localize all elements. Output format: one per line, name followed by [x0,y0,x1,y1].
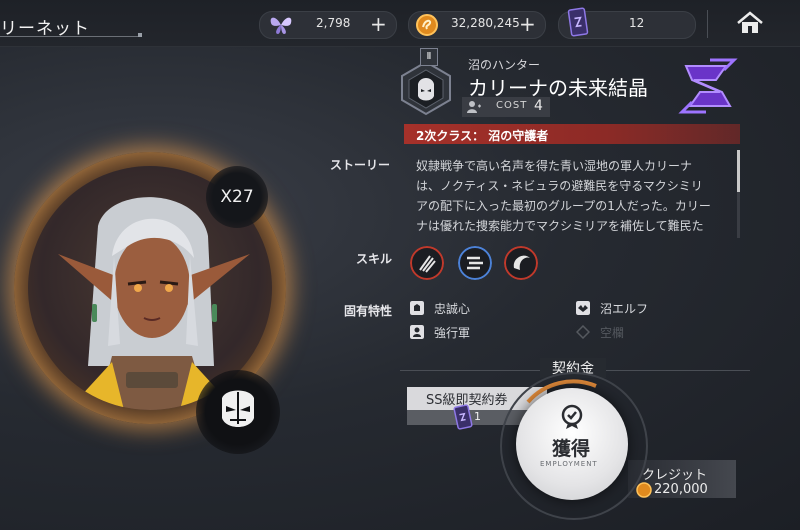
breadcrumb-underline [0,36,140,37]
story-line: ナは優れた捜索能力でマクシミリアを補佐して難民た [416,219,704,233]
story-text[interactable]: 奴隷戦争で高い名声を得た青い湿地の軍人カリーナ は、ノクティス・ネビュラの避難民… [416,156,728,236]
ticket-card-icon [453,404,473,430]
character-subtitle: 沼のハンター [468,58,541,72]
acquire-label: 獲得 [552,438,591,460]
butterfly-icon [270,17,292,34]
cost-label: COST [496,100,528,111]
user-cost-icon [467,101,481,113]
credit-label: クレジット [642,468,708,483]
ticket-count: 1 [474,410,481,423]
shield-skill-icon[interactable] [504,246,538,280]
speed-skill-icon[interactable] [458,246,492,280]
class-rank-icon [401,60,451,116]
trait-label: 忠誠心 [434,302,471,316]
coin-icon [636,482,652,498]
currency-card: 12 [558,7,696,39]
claw-skill-icon[interactable] [410,246,444,280]
add-coin-button[interactable]: + [519,12,536,36]
class-rank-label: Ⅱ [420,48,438,66]
story-scrollbar-thumb[interactable] [737,150,740,192]
duplicate-count-badge: X27 [206,166,268,228]
story-label: ストーリー [330,158,391,172]
coin-count: 32,280,245 [451,16,520,30]
home-icon[interactable] [736,11,764,35]
add-butterfly-button[interactable]: + [370,12,387,36]
story-line: 奴隷戦争で高い名声を得た青い湿地の軍人カリーナ [416,159,693,173]
empty-slot-icon [576,325,590,339]
trait-label: 強行軍 [434,326,471,340]
story-line: アの配下に入った最初のグループの1人だった。カリー [416,199,711,213]
cost-value: 4 [534,98,543,114]
coin-icon [416,14,438,36]
faction-emblem-icon [678,58,738,114]
traits-label: 固有特性 [344,304,393,318]
secondary-class-label: 2次クラス： 沼の守護者 [416,129,549,143]
loyalty-icon [410,301,424,315]
class-emblem-badge [196,370,280,454]
mask-icon [222,390,254,427]
divider [707,10,708,38]
skills-label: スキル [356,252,393,266]
swamp-elf-icon [576,301,590,315]
trait-label-inactive: 空欄 [600,326,625,340]
march-icon [410,325,424,339]
credit-value: 220,000 [654,482,708,497]
butterfly-count: 2,798 [316,16,351,30]
top-bar: リーネット 2,798 + 32,280,245 + 12 [0,0,800,47]
currency-coin: 32,280,245 + [408,11,546,39]
card-ticket-icon [567,7,589,37]
contract-seal-icon [561,404,583,429]
currency-butterfly: 2,798 + [259,11,397,39]
breadcrumb-dot [138,33,142,37]
story-line: は、ノクティス・ネビュラの避難民を守るマクシミリ [416,179,703,193]
card-count: 12 [629,16,645,30]
acquire-sublabel: EMPLOYMENT [540,460,598,468]
trait-label: 沼エルフ [600,302,649,316]
